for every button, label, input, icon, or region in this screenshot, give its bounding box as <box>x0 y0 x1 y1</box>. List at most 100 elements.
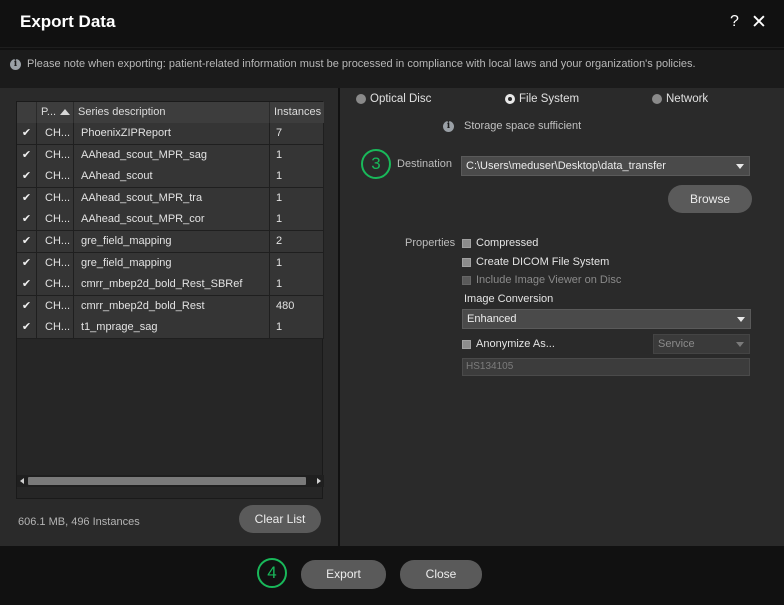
help-icon[interactable]: ? <box>730 13 739 31</box>
storage-status-text: Storage space sufficient <box>464 120 582 132</box>
create-dicom-checkbox-box <box>462 258 471 267</box>
create-dicom-checkbox[interactable]: Create DICOM File System <box>462 256 642 270</box>
step-3-badge: 3 <box>361 149 391 179</box>
row-series-description: cmrr_mbep2d_bold_Rest_SBRef <box>74 274 270 296</box>
table-row[interactable]: ✔ CH... AAhead_scout_MPR_tra 1 <box>17 187 324 210</box>
row-patient-cell: CH... <box>37 166 74 188</box>
radio-network-indicator <box>652 94 662 104</box>
row-checkbox-icon[interactable]: ✔ <box>17 274 37 296</box>
row-checkbox-icon[interactable]: ✔ <box>17 317 37 339</box>
row-checkbox-icon[interactable]: ✔ <box>17 144 37 166</box>
info-icon: i <box>443 121 454 132</box>
compressed-checkbox-box <box>462 239 471 248</box>
radio-optical-disc-indicator <box>356 94 366 104</box>
row-checkbox-icon[interactable]: ✔ <box>17 187 37 209</box>
close-button[interactable]: Close <box>400 560 482 589</box>
table-row[interactable]: ✔ CH... t1_mprage_sag 1 <box>17 317 324 339</box>
radio-file-system[interactable]: File System <box>505 93 595 107</box>
compressed-label: Compressed <box>476 237 539 249</box>
table-row[interactable]: ✔ CH... AAhead_scout_MPR_cor 1 <box>17 209 324 231</box>
row-series-description: cmrr_mbep2d_bold_Rest <box>74 295 270 317</box>
radio-file-system-label: File System <box>519 93 580 105</box>
row-instances: 7 <box>270 123 324 144</box>
row-series-description: gre_field_mapping <box>74 252 270 274</box>
row-series-description: AAhead_scout_MPR_sag <box>74 144 270 166</box>
destination-value: C:\Users\meduser\Desktop\data_transfer <box>466 160 666 172</box>
include-viewer-checkbox-box <box>462 276 471 285</box>
table-row[interactable]: ✔ CH... cmrr_mbep2d_bold_Rest_SBRef 1 <box>17 274 324 296</box>
row-patient-cell: CH... <box>37 230 74 252</box>
image-conversion-dropdown[interactable]: Enhanced <box>462 309 751 329</box>
info-icon: i <box>10 59 21 70</box>
row-series-description: AAhead_scout_MPR_tra <box>74 187 270 209</box>
table-row[interactable]: ✔ CH... AAhead_scout 1 <box>17 166 324 188</box>
include-viewer-label: Include Image Viewer on Disc <box>476 274 622 286</box>
destination-label: Destination <box>397 158 453 170</box>
column-header-select[interactable] <box>17 102 37 123</box>
image-conversion-value: Enhanced <box>467 313 517 325</box>
row-instances: 1 <box>270 187 324 209</box>
column-header-series-description[interactable]: Series description <box>74 102 270 123</box>
notice-text: Please note when exporting: patient-rela… <box>27 58 696 70</box>
scrollbar-thumb[interactable] <box>28 477 306 485</box>
table-row[interactable]: ✔ CH... cmrr_mbep2d_bold_Rest 480 <box>17 295 324 318</box>
row-checkbox-icon[interactable]: ✔ <box>17 252 37 274</box>
row-checkbox-icon[interactable]: ✔ <box>17 295 37 317</box>
table-row[interactable]: ✔ CH... AAhead_scout_MPR_sag 1 <box>17 144 324 167</box>
row-checkbox-icon[interactable]: ✔ <box>17 166 37 188</box>
export-options-panel: Optical Disc File System Network i Stora… <box>340 88 784 546</box>
row-patient-cell: CH... <box>37 144 74 166</box>
row-instances: 2 <box>270 230 324 252</box>
column-header-instances[interactable]: Instances <box>270 102 324 123</box>
row-checkbox-icon[interactable]: ✔ <box>17 209 37 231</box>
horizontal-scrollbar[interactable] <box>17 475 324 487</box>
row-series-description: AAhead_scout_MPR_cor <box>74 209 270 231</box>
radio-network[interactable]: Network <box>652 93 732 107</box>
row-series-description: gre_field_mapping <box>74 230 270 252</box>
compressed-checkbox[interactable]: Compressed <box>462 237 582 251</box>
radio-optical-disc-label: Optical Disc <box>370 93 432 105</box>
row-patient-cell: CH... <box>37 274 74 296</box>
anonymize-checkbox-box <box>462 340 471 349</box>
row-series-description: PhoenixZIPReport <box>74 123 270 144</box>
series-table: P... Series description Instances ✔ CH...… <box>16 101 324 499</box>
anonymize-checkbox[interactable]: Anonymize As... <box>462 338 572 352</box>
row-instances: 1 <box>270 209 324 231</box>
chevron-down-icon <box>737 317 745 322</box>
image-conversion-label: Image Conversion <box>464 293 554 305</box>
row-instances: 1 <box>270 317 324 339</box>
scroll-right-icon[interactable] <box>317 478 321 484</box>
close-icon[interactable]: ✕ <box>751 11 767 34</box>
row-checkbox-icon[interactable]: ✔ <box>17 123 37 144</box>
table-row[interactable]: ✔ CH... gre_field_mapping 2 <box>17 230 324 253</box>
table-row[interactable]: ✔ CH... PhoenixZIPReport 7 <box>17 123 324 145</box>
radio-optical-disc[interactable]: Optical Disc <box>356 93 446 107</box>
scroll-left-icon[interactable] <box>20 478 24 484</box>
row-patient-cell: CH... <box>37 123 74 144</box>
anonymize-label: Anonymize As... <box>476 338 555 350</box>
dialog-title: Export Data <box>20 12 116 31</box>
row-instances: 1 <box>270 274 324 296</box>
row-patient-cell: CH... <box>37 317 74 339</box>
dialog-title-bar: Export Data ? ✕ <box>0 0 784 48</box>
table-body: ✔ CH... PhoenixZIPReport 7 ✔ CH... AAhead_scou… <box>17 123 324 339</box>
row-patient-cell: CH... <box>37 295 74 317</box>
row-patient-cell: CH... <box>37 209 74 231</box>
clear-list-button[interactable]: Clear List <box>239 505 321 533</box>
service-value: Service <box>658 338 695 350</box>
column-header-p-label: P... <box>41 106 57 118</box>
dialog-footer: 4 Export Close <box>0 546 784 605</box>
row-series-description: AAhead_scout <box>74 166 270 188</box>
export-summary: 606.1 MB, 496 Instances <box>18 516 140 528</box>
row-checkbox-icon[interactable]: ✔ <box>17 230 37 252</box>
step-4-badge: 4 <box>257 558 287 588</box>
table-header: P... Series description Instances <box>17 102 324 123</box>
include-viewer-checkbox: Include Image Viewer on Disc <box>462 274 652 288</box>
compliance-notice: i Please note when exporting: patient-re… <box>0 50 784 88</box>
service-dropdown: Service <box>653 334 750 354</box>
destination-dropdown[interactable]: C:\Users\meduser\Desktop\data_transfer <box>461 156 750 176</box>
properties-label: Properties <box>405 237 456 249</box>
export-button[interactable]: Export <box>301 560 386 589</box>
browse-button[interactable]: Browse <box>668 185 752 213</box>
table-row[interactable]: ✔ CH... gre_field_mapping 1 <box>17 252 324 275</box>
